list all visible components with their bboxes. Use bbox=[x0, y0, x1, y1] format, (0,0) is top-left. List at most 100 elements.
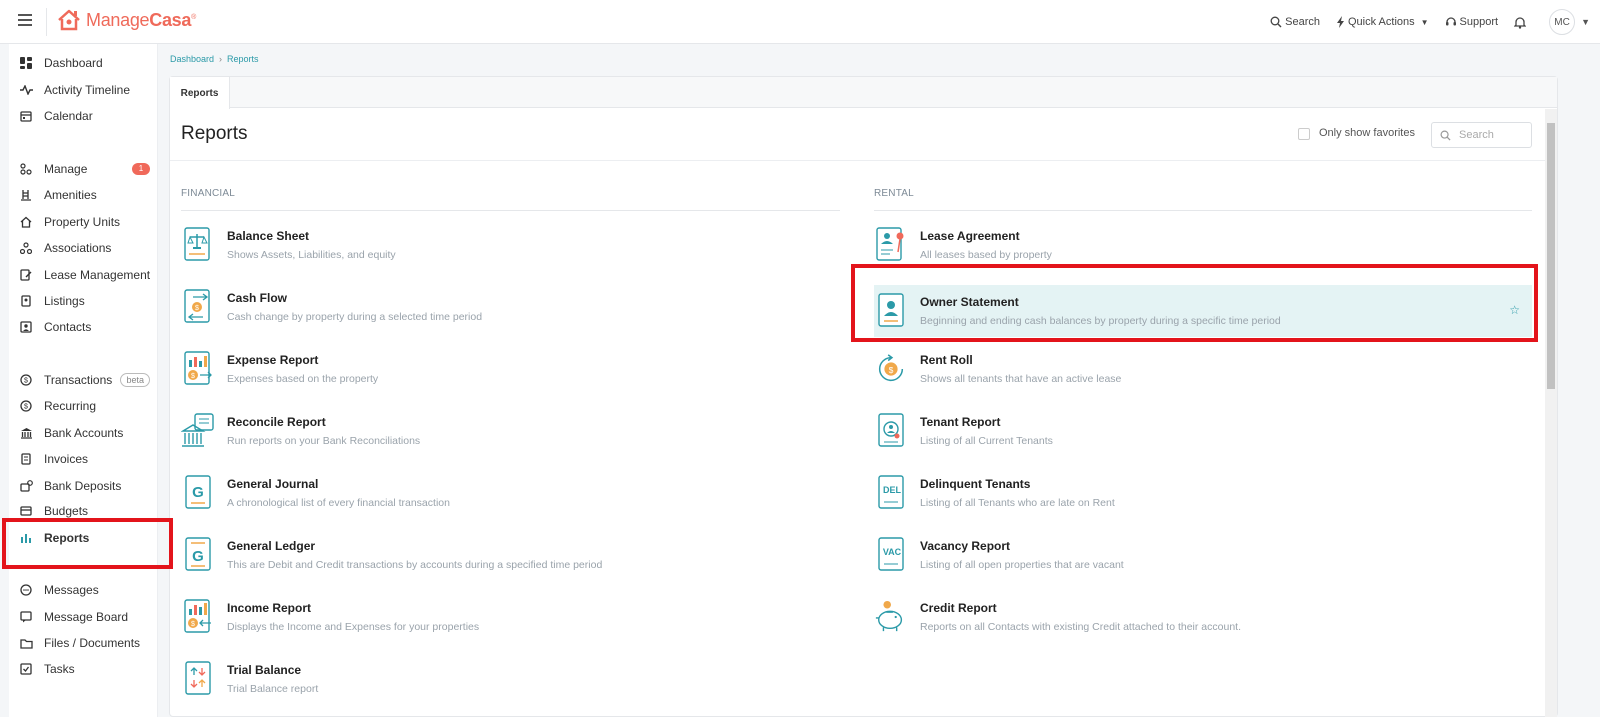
search-label: Search bbox=[1285, 16, 1320, 28]
report-credit-report[interactable]: Credit Report Reports on all Contacts wit… bbox=[874, 592, 1532, 642]
sidebar-item-tasks[interactable]: Tasks bbox=[9, 658, 158, 680]
report-title: General Ledger bbox=[227, 539, 316, 553]
menu-icon[interactable] bbox=[18, 14, 32, 26]
report-title: Balance Sheet bbox=[227, 229, 310, 243]
scrollbar-thumb[interactable] bbox=[1547, 123, 1555, 389]
sidebar-item-transactions[interactable]: $ Transactions beta bbox=[9, 369, 158, 391]
sidebar-item-files-documents[interactable]: Files / Documents bbox=[9, 632, 158, 654]
favorites-label[interactable]: Only show favorites bbox=[1319, 127, 1415, 139]
report-title: Expense Report bbox=[227, 353, 319, 367]
sidebar-item-label: Associations bbox=[44, 241, 112, 255]
sidebar-item-label: Recurring bbox=[44, 399, 97, 413]
sidebar-item-amenities[interactable]: Amenities bbox=[9, 184, 158, 206]
logo[interactable]: ManageCasa® bbox=[56, 8, 196, 32]
avatar[interactable]: MC bbox=[1549, 9, 1576, 35]
sidebar-item-invoices[interactable]: Invoices bbox=[9, 448, 158, 470]
sidebar-item-lease-management[interactable]: Lease Management bbox=[9, 264, 158, 286]
svg-text:$: $ bbox=[191, 621, 195, 628]
credit-report-icon bbox=[874, 598, 908, 636]
report-search-input[interactable] bbox=[1459, 129, 1519, 141]
sidebar-item-listings[interactable]: Listings bbox=[9, 290, 158, 312]
report-description: All leases based by property bbox=[920, 249, 1052, 261]
sidebar-item-label: Lease Management bbox=[44, 268, 151, 282]
report-general-ledger[interactable]: G General Ledger This are Debit and Credi… bbox=[181, 530, 840, 580]
tasks-icon bbox=[19, 662, 33, 676]
svg-text:$: $ bbox=[889, 365, 894, 375]
tenant-report-icon bbox=[874, 412, 908, 450]
breadcrumb-dashboard-link[interactable]: Dashboard bbox=[170, 54, 214, 64]
sidebar-item-recurring[interactable]: $ Recurring bbox=[9, 395, 158, 417]
chevron-down-icon: ▼ bbox=[1420, 17, 1429, 27]
search-button[interactable]: Search bbox=[1270, 16, 1320, 28]
quick-actions-label: Quick Actions bbox=[1347, 16, 1415, 28]
vacancy-icon: VAC bbox=[874, 536, 908, 574]
sidebar-item-dashboard[interactable]: Dashboard bbox=[9, 52, 158, 74]
sidebar-item-label: Budgets bbox=[44, 504, 89, 518]
topbar-divider bbox=[46, 8, 47, 36]
report-income-report[interactable]: $ Income Report Displays the Income and E… bbox=[181, 592, 840, 642]
report-expense-report[interactable]: $ Expense Report Expenses based on the pr… bbox=[181, 344, 840, 394]
logo-text-plain: Manage bbox=[86, 9, 150, 30]
sidebar-item-associations[interactable]: Associations bbox=[9, 237, 158, 259]
svg-text:$: $ bbox=[24, 378, 28, 385]
left-gutter bbox=[0, 44, 9, 717]
report-title: General Journal bbox=[227, 477, 319, 491]
report-cash-flow[interactable]: $ Cash Flow Cash change by property durin… bbox=[181, 282, 840, 332]
report-lease-agreement[interactable]: Lease Agreement All leases based by prope… bbox=[874, 220, 1532, 270]
sidebar-item-contacts[interactable]: Contacts bbox=[9, 316, 158, 338]
bell-icon bbox=[1514, 16, 1527, 29]
report-balance-sheet[interactable]: Balance Sheet Shows Assets, Liabilities, … bbox=[181, 220, 840, 270]
sidebar-item-property-units[interactable]: Property Units bbox=[9, 211, 158, 233]
report-vacancy-report[interactable]: VAC Vacancy Report Listing of all open pr… bbox=[874, 530, 1532, 580]
report-description: Listing of all Tenants who are late on R… bbox=[920, 497, 1115, 509]
avatar-chevron-down-icon[interactable]: ▼ bbox=[1581, 17, 1590, 27]
sidebar-item-bank-deposits[interactable]: Bank Deposits bbox=[9, 475, 158, 497]
tab-reports[interactable]: Reports bbox=[170, 77, 230, 109]
report-title: Cash Flow bbox=[227, 291, 288, 305]
svg-text:$: $ bbox=[195, 305, 199, 312]
report-title: Tenant Report bbox=[920, 415, 1001, 429]
financial-heading: FINANCIAL bbox=[181, 188, 236, 199]
report-title: Delinquent Tenants bbox=[920, 477, 1031, 491]
notifications-button[interactable] bbox=[1514, 16, 1529, 29]
logo-registered-mark: ® bbox=[191, 13, 196, 21]
sidebar-item-label: Activity Timeline bbox=[44, 83, 131, 97]
report-reconcile-report[interactable]: Reconcile Report Run reports on your Bank… bbox=[181, 406, 840, 456]
highlight-box-owner-statement bbox=[851, 264, 1538, 342]
report-delinquent-tenants[interactable]: DEL Delinquent Tenants Listing of all Ten… bbox=[874, 468, 1532, 518]
report-rent-roll[interactable]: $ Rent Roll Shows all tenants that have a… bbox=[874, 344, 1532, 394]
delinquent-icon: DEL bbox=[874, 474, 908, 512]
vacancy-icon-text: VAC bbox=[882, 547, 902, 557]
favorites-checkbox[interactable] bbox=[1298, 128, 1310, 140]
quick-actions-button[interactable]: Quick Actions ▼ bbox=[1336, 16, 1429, 28]
page-title: Reports bbox=[181, 123, 248, 144]
delinquent-icon-text: DEL bbox=[883, 485, 901, 495]
sidebar-item-manage[interactable]: Manage 1 bbox=[9, 158, 158, 180]
report-description: Run reports on your Bank Reconciliations bbox=[227, 435, 421, 447]
search-icon bbox=[1440, 130, 1451, 141]
property-units-icon bbox=[19, 215, 33, 229]
messages-icon bbox=[19, 583, 33, 597]
report-general-journal[interactable]: G General Journal A chronological list of… bbox=[181, 468, 840, 518]
bank-icon bbox=[19, 426, 33, 440]
report-description: Trial Balance report bbox=[227, 683, 319, 695]
sidebar-item-messages[interactable]: Messages bbox=[9, 579, 158, 601]
activity-icon bbox=[19, 83, 33, 97]
invoices-icon bbox=[19, 452, 33, 466]
report-description: A chronological list of every financial … bbox=[227, 497, 450, 509]
sidebar-item-activity-timeline[interactable]: Activity Timeline bbox=[9, 79, 158, 101]
scrollbar[interactable] bbox=[1545, 109, 1557, 717]
report-tenant-report[interactable]: Tenant Report Listing of all Current Tena… bbox=[874, 406, 1532, 456]
reconcile-icon bbox=[181, 412, 215, 450]
support-button[interactable]: Support bbox=[1445, 16, 1498, 28]
sidebar-item-bank-accounts[interactable]: Bank Accounts bbox=[9, 422, 158, 444]
report-search-field[interactable] bbox=[1431, 122, 1532, 148]
report-trial-balance[interactable]: Trial Balance Trial Balance report bbox=[181, 654, 840, 704]
report-description: Listing of all open properties that are … bbox=[920, 559, 1124, 571]
financial-divider bbox=[181, 210, 840, 211]
breadcrumb-current[interactable]: Reports bbox=[227, 54, 259, 64]
logo-text: ManageCasa® bbox=[86, 10, 196, 31]
sidebar-item-message-board[interactable]: Message Board bbox=[9, 606, 158, 628]
sidebar-item-calendar[interactable]: Calendar bbox=[9, 105, 158, 127]
expense-report-icon: $ bbox=[181, 350, 215, 388]
